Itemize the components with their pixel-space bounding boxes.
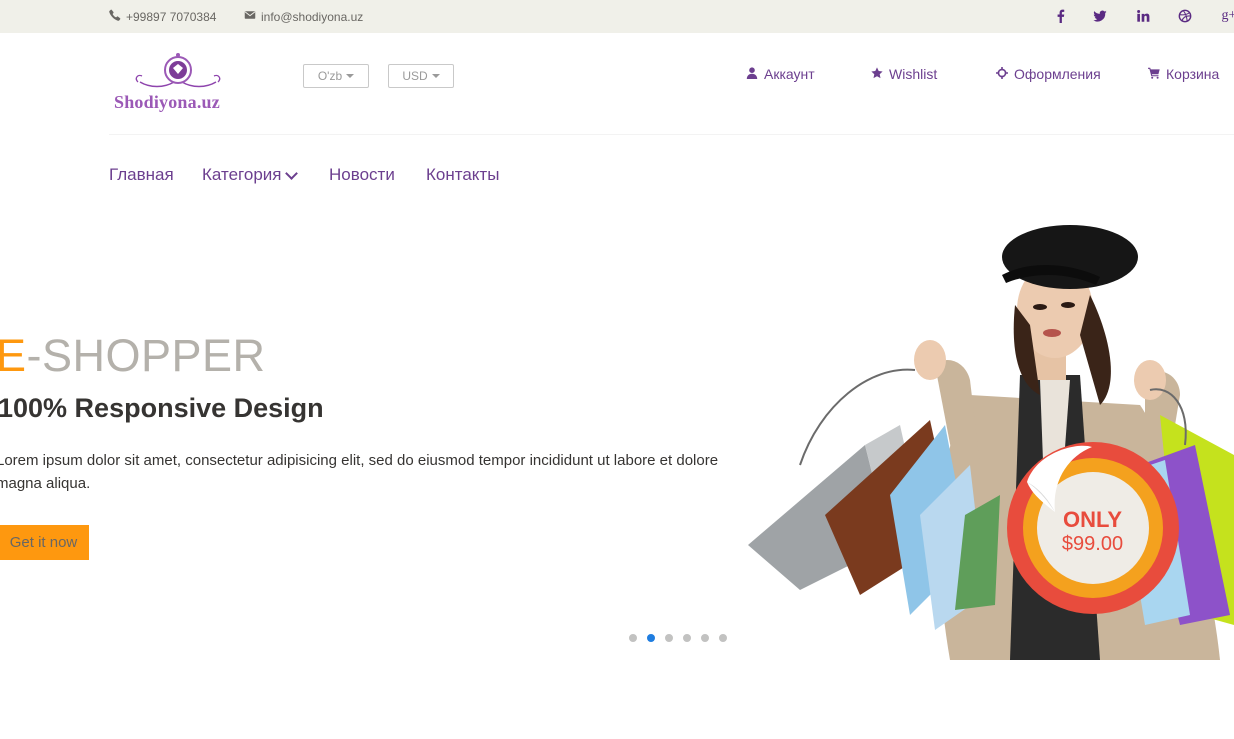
caret-down-icon <box>431 74 440 78</box>
nav-home-label: Главная <box>109 165 174 184</box>
slider-dot[interactable] <box>629 634 637 642</box>
language-select[interactable]: O'zb <box>303 64 369 88</box>
facebook-icon[interactable] <box>1053 8 1069 24</box>
slider-dot[interactable] <box>665 634 673 642</box>
checkout-link[interactable]: Оформления <box>996 66 1101 82</box>
language-value: O'zb <box>317 69 343 83</box>
logo-text: Shodiyona.uz <box>114 92 220 112</box>
crosshairs-icon <box>996 66 1008 82</box>
dribbble-icon[interactable] <box>1177 8 1193 24</box>
slide-title-accent: E <box>0 330 27 381</box>
slider-dot[interactable] <box>701 634 709 642</box>
slider-indicators <box>629 634 727 642</box>
star-icon <box>871 66 883 82</box>
cart-label: Корзина <box>1166 66 1220 82</box>
cart-link[interactable]: Корзина <box>1148 66 1219 82</box>
logo-emblem-icon <box>135 53 221 88</box>
top-bar: +99897 7070384 info@shodiyona.uz g+ <box>0 0 1234 33</box>
wishlist-label: Wishlist <box>889 66 938 82</box>
badge-only-text: ONLY <box>1062 507 1123 532</box>
currency-value: USD <box>402 69 428 83</box>
user-icon <box>746 66 758 82</box>
wishlist-link[interactable]: Wishlist <box>871 66 937 82</box>
badge-price-text: $99.00 <box>1061 533 1124 555</box>
slider-dot[interactable] <box>683 634 691 642</box>
site-logo[interactable]: Shodiyona.uz <box>110 52 250 114</box>
email-contact[interactable]: info@shodiyona.uz <box>244 9 363 24</box>
email-text: info@shodiyona.uz <box>261 9 364 24</box>
nav-news-label: Новости <box>329 165 395 184</box>
phone-text: +99897 7070384 <box>126 9 217 24</box>
nav-category[interactable]: Категория <box>202 165 299 185</box>
chevron-down-icon <box>285 166 299 180</box>
checkout-label: Оформления <box>1014 66 1101 82</box>
nav-contacts[interactable]: Контакты <box>426 165 499 185</box>
phone-contact[interactable]: +99897 7070384 <box>109 9 216 24</box>
nav-news[interactable]: Новости <box>329 165 395 185</box>
phone-icon <box>109 9 121 24</box>
slide-title: E-SHOPPER <box>0 330 266 382</box>
slide-description: Lorem ipsum dolor sit amet, consectetur … <box>0 452 719 492</box>
get-it-now-button[interactable]: Get it now <box>0 525 89 560</box>
envelope-icon <box>244 9 256 24</box>
google-plus-icon[interactable]: g+ <box>1218 8 1234 24</box>
shopping-cart-icon <box>1148 66 1160 82</box>
slider-dot-active[interactable] <box>647 634 655 642</box>
nav-home[interactable]: Главная <box>109 165 174 185</box>
linkedin-icon[interactable] <box>1135 8 1151 24</box>
slide-title-rest: -SHOPPER <box>26 330 266 381</box>
nav-category-label: Категория <box>202 165 282 184</box>
header-divider <box>109 134 1234 135</box>
account-label: Аккаунт <box>764 66 815 82</box>
currency-select[interactable]: USD <box>388 64 454 88</box>
nav-contacts-label: Контакты <box>426 165 500 184</box>
slider-dot[interactable] <box>719 634 727 642</box>
caret-down-icon <box>346 74 355 78</box>
twitter-icon[interactable] <box>1092 8 1108 24</box>
slide-subtitle: 100% Responsive Design <box>0 393 324 423</box>
account-link[interactable]: Аккаунт <box>746 66 815 82</box>
